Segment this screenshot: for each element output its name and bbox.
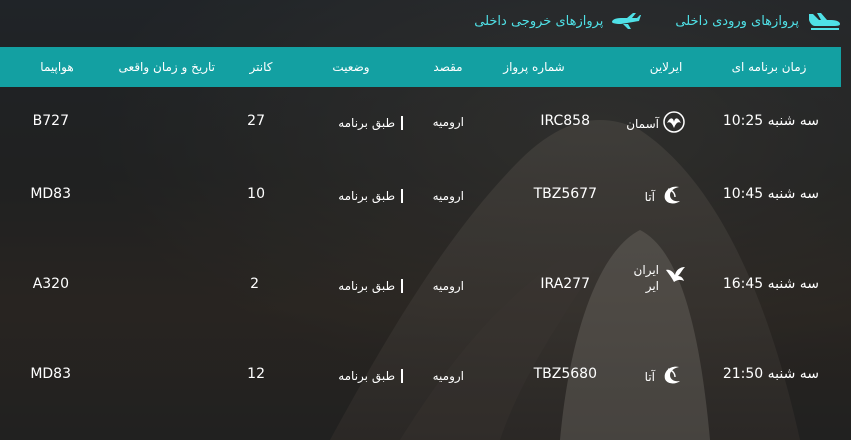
status-divider bbox=[401, 189, 403, 203]
table-header: زمان برنامه ای ایرلاین شماره پرواز مقصد … bbox=[0, 47, 841, 87]
counter: 27 bbox=[247, 113, 265, 129]
status-cell: طبق برنامه bbox=[338, 369, 403, 383]
airline-name: آتا bbox=[644, 190, 655, 204]
destination: ارومیه bbox=[432, 279, 464, 293]
flight-number: IRC858 bbox=[540, 113, 590, 129]
airline-cell: آتا bbox=[645, 183, 683, 211]
header-destination: مقصد bbox=[433, 60, 463, 74]
status-divider bbox=[401, 116, 403, 130]
aircraft: B727 bbox=[32, 113, 69, 129]
status-cell: طبق برنامه bbox=[338, 189, 403, 203]
flight-number: TBZ5680 bbox=[533, 366, 597, 382]
header-counter: کانتر bbox=[249, 60, 273, 74]
tab-label: پروازهای خروجی داخلی bbox=[474, 13, 604, 29]
header-flight-number: شماره پرواز bbox=[503, 60, 565, 74]
destination: ارومیه bbox=[432, 189, 464, 203]
counter: 12 bbox=[247, 366, 265, 382]
tab-label: پروازهای ورودی داخلی bbox=[675, 13, 799, 29]
counter: 10 bbox=[247, 186, 265, 202]
plane-landing-icon bbox=[807, 12, 841, 30]
table-row[interactable]: سه شنبه 10:45 آتا TBZ5677 ارومیه طبق برن… bbox=[0, 165, 841, 225]
tab-domestic-arrivals[interactable]: پروازهای ورودی داخلی bbox=[675, 12, 841, 30]
tab-domestic-departures[interactable]: پروازهای خروجی داخلی bbox=[474, 13, 642, 29]
airline-name: آسمان bbox=[626, 117, 659, 131]
status-cell: طبق برنامه bbox=[338, 116, 403, 130]
aircraft: MD83 bbox=[30, 366, 71, 382]
status-text: طبق برنامه bbox=[338, 116, 395, 130]
header-status: وضعیت bbox=[332, 60, 370, 74]
status-text: طبق برنامه bbox=[338, 189, 395, 203]
header-actual-time: تاریخ و زمان واقعی bbox=[119, 60, 215, 74]
scheduled-time: سه شنبه 21:50 bbox=[722, 366, 819, 382]
airline-cell: آسمان bbox=[626, 111, 685, 137]
scheduled-time: سه شنبه 16:45 bbox=[722, 276, 819, 292]
table-row[interactable]: سه شنبه 16:45 ایران ایر IRA277 ارومیه طب… bbox=[0, 254, 841, 314]
airline-cell: آتا bbox=[645, 363, 683, 391]
scheduled-time: سه شنبه 10:25 bbox=[722, 113, 819, 129]
table-row[interactable]: سه شنبه 10:25 آسمان IRC858 ارومیه طبق بر… bbox=[0, 93, 841, 153]
iranair-logo-icon bbox=[663, 264, 687, 292]
status-text: طبق برنامه bbox=[338, 369, 395, 383]
table-row[interactable]: سه شنبه 21:50 آتا TBZ5680 ارومیه طبق برن… bbox=[0, 345, 841, 405]
header-aircraft: هواپیما bbox=[40, 60, 74, 74]
airline-name: آتا bbox=[644, 370, 655, 384]
aircraft: MD83 bbox=[30, 186, 71, 202]
aseman-logo-icon bbox=[663, 111, 685, 137]
ata-logo-icon bbox=[659, 363, 683, 391]
header-scheduled-time: زمان برنامه ای bbox=[731, 60, 807, 74]
airline-cell: ایران ایر bbox=[629, 262, 687, 294]
scheduled-time: سه شنبه 10:45 bbox=[722, 186, 819, 202]
status-cell: طبق برنامه bbox=[338, 279, 403, 293]
airline-name: ایران ایر bbox=[633, 263, 659, 293]
flight-type-tabs: پروازهای ورودی داخلی پروازهای خروجی داخل… bbox=[474, 8, 841, 34]
status-text: طبق برنامه bbox=[338, 279, 395, 293]
header-airline: ایرلاین bbox=[649, 60, 683, 74]
status-divider bbox=[401, 279, 403, 293]
plane-takeoff-icon bbox=[611, 13, 642, 29]
destination: ارومیه bbox=[432, 369, 464, 383]
ata-logo-icon bbox=[659, 183, 683, 211]
destination: ارومیه bbox=[432, 115, 464, 129]
status-divider bbox=[401, 369, 403, 383]
counter: 2 bbox=[250, 276, 259, 292]
flight-number: TBZ5677 bbox=[533, 186, 597, 202]
flight-number: IRA277 bbox=[540, 276, 590, 292]
aircraft: A320 bbox=[32, 276, 69, 292]
